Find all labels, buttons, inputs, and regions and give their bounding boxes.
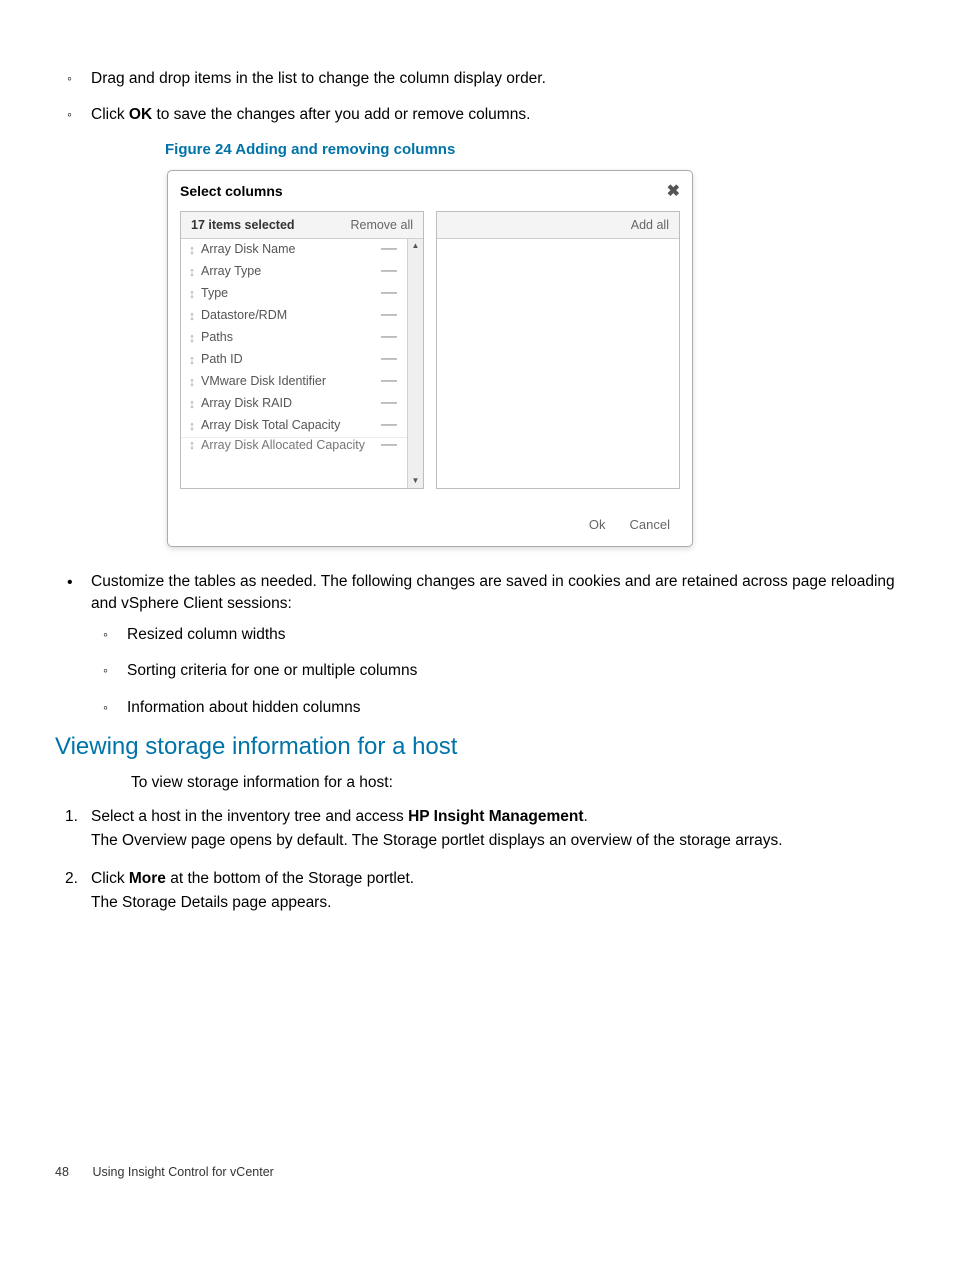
- step-text-post: .: [583, 808, 587, 825]
- dialog-title: Select columns: [180, 183, 283, 199]
- drag-handle-icon[interactable]: ↕: [185, 242, 199, 257]
- section-heading: Viewing storage information for a host: [55, 733, 899, 761]
- sub-item: Information about hidden columns: [91, 697, 899, 719]
- available-columns-pane: Add all: [436, 211, 680, 489]
- step-text-bold: HP Insight Management: [408, 808, 583, 825]
- drag-handle-icon[interactable]: ↕: [185, 352, 199, 367]
- remove-icon[interactable]: —: [377, 420, 401, 430]
- drag-handle-icon[interactable]: ↕: [185, 418, 199, 433]
- step-item: 2. Click More at the bottom of the Stora…: [55, 867, 899, 915]
- drag-handle-icon[interactable]: ↕: [185, 308, 199, 323]
- remove-icon[interactable]: —: [377, 310, 401, 320]
- sub-text-pre: Click: [91, 106, 129, 123]
- column-items-list: ↕Array Disk Name— ↕Array Type— ↕Type— ↕D…: [181, 239, 407, 488]
- selected-count-label: 17 items selected: [191, 218, 295, 232]
- scrollbar[interactable]: ▲ ▼: [407, 239, 423, 488]
- step-number: 1.: [65, 805, 78, 829]
- list-item[interactable]: ↕Array Disk RAID—: [181, 393, 407, 415]
- customize-list: Customize the tables as needed. The foll…: [55, 571, 899, 719]
- sub-item: Drag and drop items in the list to chang…: [55, 68, 899, 90]
- item-label: Array Disk Allocated Capacity: [199, 438, 377, 452]
- footer-title: Using Insight Control for vCenter: [92, 1165, 273, 1179]
- remove-all-link[interactable]: Remove all: [350, 218, 413, 232]
- item-label: Datastore/RDM: [199, 308, 377, 322]
- step-text-bold: More: [129, 870, 166, 887]
- item-label: Type: [199, 286, 377, 300]
- list-item[interactable]: ↕Array Type—: [181, 261, 407, 283]
- list-item[interactable]: ↕Array Disk Name—: [181, 239, 407, 261]
- scroll-down-icon[interactable]: ▼: [409, 474, 422, 488]
- drag-handle-icon[interactable]: ↕: [185, 396, 199, 411]
- remove-icon[interactable]: —: [377, 244, 401, 254]
- list-item[interactable]: ↕Array Disk Total Capacity—: [181, 415, 407, 437]
- sub-text: Sorting criteria for one or multiple col…: [127, 662, 417, 679]
- remove-icon[interactable]: —: [377, 354, 401, 364]
- sub-item: Resized column widths: [91, 624, 899, 646]
- list-item[interactable]: ↕Array Disk Allocated Capacity—: [181, 437, 407, 453]
- intro-text: To view storage information for a host:: [131, 771, 899, 794]
- sub-text: Resized column widths: [127, 626, 286, 643]
- add-all-link[interactable]: Add all: [631, 218, 669, 232]
- drag-handle-icon[interactable]: ↕: [185, 264, 199, 279]
- list-item[interactable]: ↕Type—: [181, 283, 407, 305]
- item-label: Array Type: [199, 264, 377, 278]
- step-text-post: at the bottom of the Storage portlet.: [166, 870, 414, 887]
- sub-item: Click OK to save the changes after you a…: [55, 104, 899, 126]
- sub-text: Drag and drop items in the list to chang…: [91, 70, 546, 87]
- ok-button[interactable]: Ok: [589, 517, 606, 532]
- remove-icon[interactable]: —: [377, 398, 401, 408]
- drag-handle-icon[interactable]: ↕: [185, 286, 199, 301]
- close-icon[interactable]: ✖: [667, 181, 680, 201]
- list-item[interactable]: ↕Paths—: [181, 327, 407, 349]
- sub-text-post: to save the changes after you add or rem…: [152, 106, 530, 123]
- figure-caption: Figure 24 Adding and removing columns: [165, 141, 899, 158]
- step-text-pre: Click: [91, 870, 129, 887]
- item-label: Array Disk Name: [199, 242, 377, 256]
- list-item[interactable]: ↕VMware Disk Identifier—: [181, 371, 407, 393]
- item-label: Path ID: [199, 352, 377, 366]
- remove-icon[interactable]: —: [377, 332, 401, 342]
- remove-icon[interactable]: —: [377, 288, 401, 298]
- select-columns-dialog: Select columns ✖ 17 items selected Remov…: [167, 170, 693, 547]
- sub-text: Information about hidden columns: [127, 699, 361, 716]
- step-text-pre: Select a host in the inventory tree and …: [91, 808, 408, 825]
- steps-list: 1. Select a host in the inventory tree a…: [55, 805, 899, 915]
- item-label: Array Disk Total Capacity: [199, 418, 377, 432]
- remove-icon[interactable]: —: [377, 266, 401, 276]
- drag-handle-icon[interactable]: ↕: [185, 374, 199, 389]
- sub-item: Sorting criteria for one or multiple col…: [91, 660, 899, 682]
- bullet-text: Customize the tables as needed. The foll…: [91, 573, 895, 612]
- page-number: 48: [55, 1165, 89, 1179]
- scroll-up-icon[interactable]: ▲: [409, 239, 422, 253]
- remove-icon[interactable]: —: [377, 440, 401, 450]
- bullet-item: Customize the tables as needed. The foll…: [55, 571, 899, 719]
- drag-handle-icon[interactable]: ↕: [185, 437, 199, 452]
- list-item[interactable]: ↕Datastore/RDM—: [181, 305, 407, 327]
- item-label: Paths: [199, 330, 377, 344]
- list-item[interactable]: ↕Path ID—: [181, 349, 407, 371]
- step-text-line2: The Overview page opens by default. The …: [91, 832, 783, 849]
- top-sub-list: Drag and drop items in the list to chang…: [55, 68, 899, 127]
- step-number: 2.: [65, 867, 78, 891]
- cancel-button[interactable]: Cancel: [630, 517, 670, 532]
- sub-text-bold: OK: [129, 106, 152, 123]
- selected-columns-pane: 17 items selected Remove all ↕Array Disk…: [180, 211, 424, 489]
- item-label: Array Disk RAID: [199, 396, 377, 410]
- page-footer: 48 Using Insight Control for vCenter: [55, 1165, 899, 1179]
- drag-handle-icon[interactable]: ↕: [185, 330, 199, 345]
- remove-icon[interactable]: —: [377, 376, 401, 386]
- step-item: 1. Select a host in the inventory tree a…: [55, 805, 899, 853]
- item-label: VMware Disk Identifier: [199, 374, 377, 388]
- step-text-line2: The Storage Details page appears.: [91, 894, 331, 911]
